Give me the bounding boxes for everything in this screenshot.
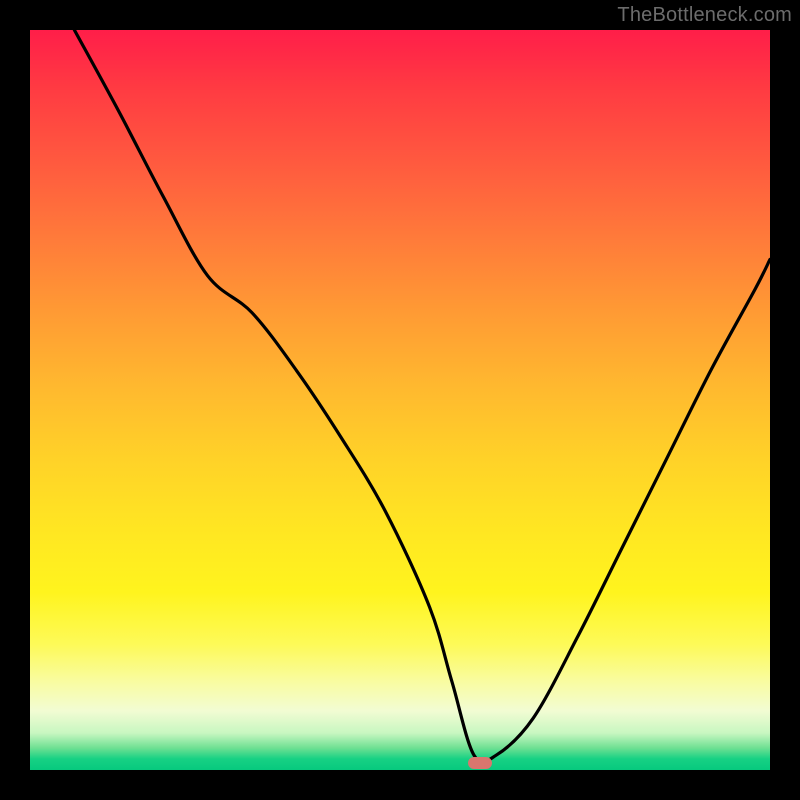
- bottleneck-curve: [30, 30, 770, 770]
- chart-frame: TheBottleneck.com: [0, 0, 800, 800]
- bottleneck-curve-path: [74, 30, 770, 762]
- optimal-point-marker: [468, 757, 492, 769]
- watermark-text: TheBottleneck.com: [617, 4, 792, 27]
- plot-area: [30, 30, 770, 770]
